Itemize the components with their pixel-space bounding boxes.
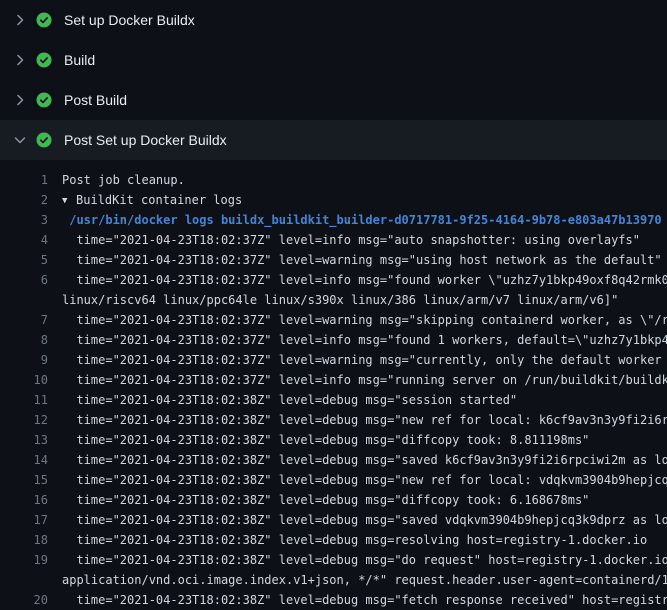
log-line: 4 time="2021-04-23T18:02:37Z" level=info… xyxy=(0,230,667,250)
log-line: application/vnd.oci.image.index.v1+json,… xyxy=(0,570,667,590)
line-number[interactable]: 2 xyxy=(0,190,62,210)
chevron-right-icon xyxy=(12,12,28,28)
log-line: 7 time="2021-04-23T18:02:37Z" level=warn… xyxy=(0,310,667,330)
log-line-text: time="2021-04-23T18:02:38Z" level=debug … xyxy=(62,390,667,410)
line-number[interactable]: 16 xyxy=(0,490,62,510)
line-number[interactable]: 5 xyxy=(0,250,62,270)
log-line-text: time="2021-04-23T18:02:38Z" level=debug … xyxy=(62,550,667,570)
log-line-text: time="2021-04-23T18:02:38Z" level=debug … xyxy=(62,410,667,430)
check-circle-icon xyxy=(36,92,52,108)
log-line: 1Post job cleanup. xyxy=(0,170,667,190)
log-line: 12 time="2021-04-23T18:02:38Z" level=deb… xyxy=(0,410,667,430)
line-number[interactable]: 1 xyxy=(0,170,62,190)
log-line: linux/riscv64 linux/ppc64le linux/s390x … xyxy=(0,290,667,310)
line-number[interactable]: 11 xyxy=(0,390,62,410)
log-line-text: time="2021-04-23T18:02:37Z" level=info m… xyxy=(62,330,667,350)
log-line-text: time="2021-04-23T18:02:37Z" level=info m… xyxy=(62,270,667,290)
check-circle-icon xyxy=(36,132,52,148)
line-number xyxy=(0,290,62,310)
log-line-text: time="2021-04-23T18:02:38Z" level=debug … xyxy=(62,590,667,610)
log-panel: 1Post job cleanup.2▼BuildKit container l… xyxy=(0,160,667,610)
log-line-text: time="2021-04-23T18:02:37Z" level=warnin… xyxy=(62,350,667,370)
log-group-header[interactable]: ▼BuildKit container logs xyxy=(62,190,667,210)
log-line-text: time="2021-04-23T18:02:38Z" level=debug … xyxy=(62,430,667,450)
line-number[interactable]: 17 xyxy=(0,510,62,530)
log-line: 20 time="2021-04-23T18:02:38Z" level=deb… xyxy=(0,590,667,610)
step-row-post-set-up-docker-buildx[interactable]: Post Set up Docker Buildx xyxy=(0,120,667,160)
line-number[interactable]: 7 xyxy=(0,310,62,330)
log-line-text: time="2021-04-23T18:02:38Z" level=debug … xyxy=(62,530,667,550)
log-line: 5 time="2021-04-23T18:02:37Z" level=warn… xyxy=(0,250,667,270)
log-line: 19 time="2021-04-23T18:02:38Z" level=deb… xyxy=(0,550,667,570)
check-circle-icon xyxy=(36,12,52,28)
log-line: 14 time="2021-04-23T18:02:38Z" level=deb… xyxy=(0,450,667,470)
line-number[interactable]: 15 xyxy=(0,470,62,490)
log-line: 16 time="2021-04-23T18:02:38Z" level=deb… xyxy=(0,490,667,510)
log-line: 11 time="2021-04-23T18:02:38Z" level=deb… xyxy=(0,390,667,410)
log-line: 13 time="2021-04-23T18:02:38Z" level=deb… xyxy=(0,430,667,450)
log-line: 15 time="2021-04-23T18:02:38Z" level=deb… xyxy=(0,470,667,490)
line-number[interactable]: 10 xyxy=(0,370,62,390)
log-line-text: application/vnd.oci.image.index.v1+json,… xyxy=(62,570,667,590)
log-lines: 1Post job cleanup.2▼BuildKit container l… xyxy=(0,170,667,610)
line-number[interactable]: 8 xyxy=(0,330,62,350)
log-line-text: time="2021-04-23T18:02:38Z" level=debug … xyxy=(62,510,667,530)
step-label: Build xyxy=(64,52,95,68)
line-number[interactable]: 13 xyxy=(0,430,62,450)
log-line-text: time="2021-04-23T18:02:37Z" level=info m… xyxy=(62,230,667,250)
step-row-set-up-docker-buildx[interactable]: Set up Docker Buildx xyxy=(0,0,667,40)
line-number[interactable]: 20 xyxy=(0,590,62,610)
line-number[interactable]: 9 xyxy=(0,350,62,370)
log-line-text: time="2021-04-23T18:02:37Z" level=warnin… xyxy=(62,310,667,330)
line-number[interactable]: 19 xyxy=(0,550,62,570)
log-line: 8 time="2021-04-23T18:02:37Z" level=info… xyxy=(0,330,667,350)
log-line-text: time="2021-04-23T18:02:38Z" level=debug … xyxy=(62,470,667,490)
log-line-text: time="2021-04-23T18:02:37Z" level=info m… xyxy=(62,370,667,390)
step-list: Set up Docker Buildx Build Post Build Post … xyxy=(0,0,667,160)
log-line-text: time="2021-04-23T18:02:37Z" level=warnin… xyxy=(62,250,667,270)
group-toggle-icon[interactable]: ▼ xyxy=(62,191,76,210)
log-line: 18 time="2021-04-23T18:02:38Z" level=deb… xyxy=(0,530,667,550)
step-label: Post Set up Docker Buildx xyxy=(64,132,227,148)
log-line: 17 time="2021-04-23T18:02:38Z" level=deb… xyxy=(0,510,667,530)
log-line: 10 time="2021-04-23T18:02:37Z" level=inf… xyxy=(0,370,667,390)
check-circle-icon xyxy=(36,52,52,68)
step-label: Set up Docker Buildx xyxy=(64,12,195,28)
step-row-post-build[interactable]: Post Build xyxy=(0,80,667,120)
log-line-text: Post job cleanup. xyxy=(62,170,667,190)
log-line-text: linux/riscv64 linux/ppc64le linux/s390x … xyxy=(62,290,667,310)
chevron-right-icon xyxy=(12,52,28,68)
line-number[interactable]: 4 xyxy=(0,230,62,250)
line-number[interactable]: 12 xyxy=(0,410,62,430)
line-number[interactable]: 3 xyxy=(0,210,62,230)
chevron-down-icon xyxy=(12,132,28,148)
log-line: 9 time="2021-04-23T18:02:37Z" level=warn… xyxy=(0,350,667,370)
log-command-text: /usr/bin/docker logs buildx_buildkit_bui… xyxy=(62,210,667,230)
line-number[interactable]: 6 xyxy=(0,270,62,290)
log-line-text: time="2021-04-23T18:02:38Z" level=debug … xyxy=(62,450,667,470)
step-row-build[interactable]: Build xyxy=(0,40,667,80)
log-line-text: time="2021-04-23T18:02:38Z" level=debug … xyxy=(62,490,667,510)
line-number xyxy=(0,570,62,590)
group-title: BuildKit container logs xyxy=(76,193,242,207)
log-line: 6 time="2021-04-23T18:02:37Z" level=info… xyxy=(0,270,667,290)
workflow-job-log: Set up Docker Buildx Build Post Build Post … xyxy=(0,0,667,610)
line-number[interactable]: 14 xyxy=(0,450,62,470)
step-label: Post Build xyxy=(64,92,127,108)
line-number[interactable]: 18 xyxy=(0,530,62,550)
chevron-right-icon xyxy=(12,92,28,108)
log-line: 2▼BuildKit container logs xyxy=(0,190,667,210)
log-line: 3 /usr/bin/docker logs buildx_buildkit_b… xyxy=(0,210,667,230)
